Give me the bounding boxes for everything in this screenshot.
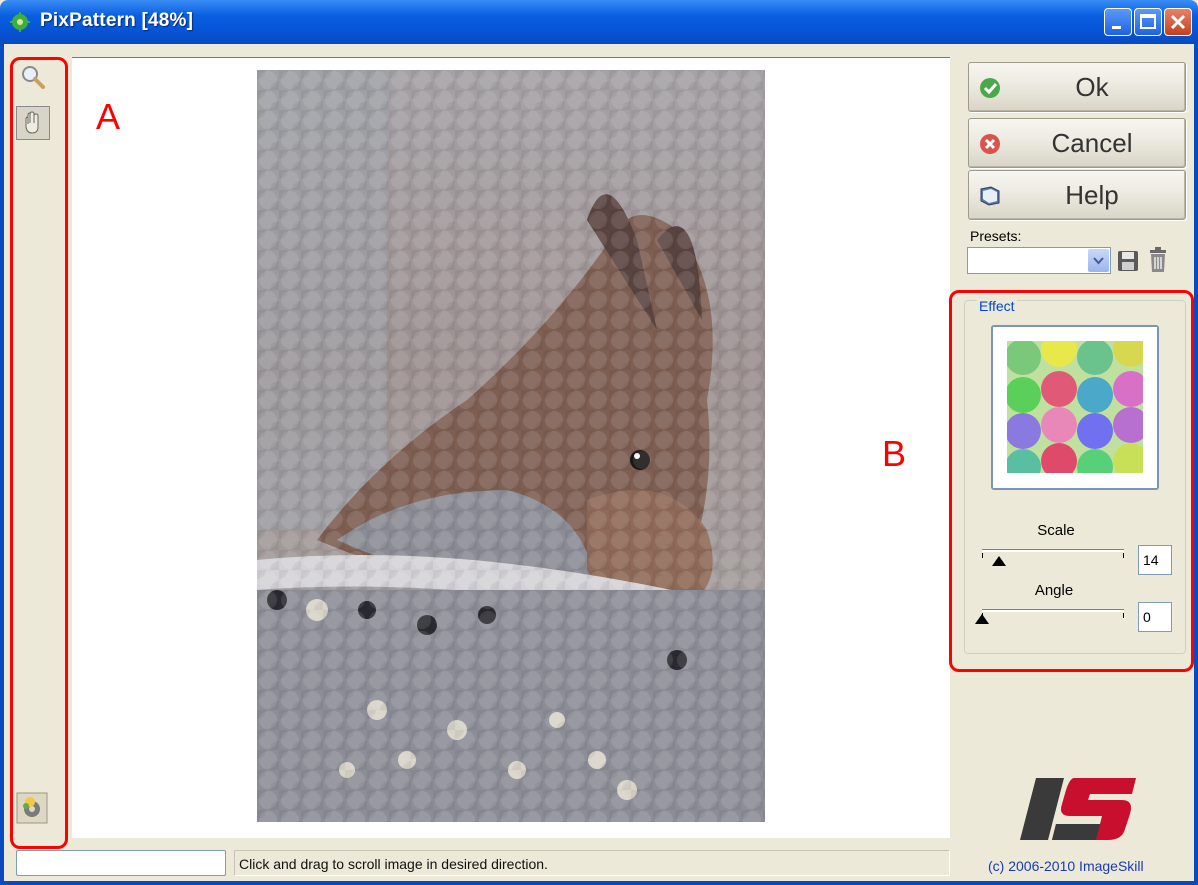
imageskill-logo — [1020, 778, 1136, 840]
cancel-button[interactable]: Cancel — [968, 118, 1186, 168]
title-bar[interactable]: PixPattern [48%] — [0, 0, 1198, 44]
maximize-button[interactable] — [1134, 8, 1162, 36]
help-button[interactable]: Help — [968, 170, 1186, 220]
presets-label: Presets: — [970, 228, 1022, 244]
help-label: Help — [1065, 180, 1119, 210]
annotation-box-b — [949, 290, 1194, 672]
dropdown-arrow-button[interactable] — [1088, 249, 1109, 272]
floppy-disk-icon[interactable] — [1116, 249, 1140, 273]
copyright-text: (c) 2006-2010 ImageSkill — [988, 858, 1144, 874]
minimize-icon — [1112, 26, 1121, 29]
ok-button[interactable]: Ok — [968, 62, 1186, 112]
close-button[interactable] — [1164, 8, 1192, 36]
trash-icon[interactable] — [1146, 246, 1170, 274]
minimize-button[interactable] — [1104, 8, 1132, 36]
annotation-label-b: B — [882, 433, 907, 474]
squirrel-photo[interactable] — [257, 70, 765, 822]
window-title: PixPattern [48%] — [40, 10, 194, 31]
maximize-icon — [1140, 14, 1156, 29]
status-message: Click and drag to scroll image in desire… — [234, 850, 950, 876]
close-icon — [1170, 14, 1186, 30]
annotation-label-a: A — [96, 96, 121, 137]
cancel-label: Cancel — [1051, 128, 1133, 158]
presets-dropdown[interactable] — [967, 247, 1111, 274]
status-input[interactable] — [16, 850, 226, 876]
chevron-down-icon — [1093, 257, 1104, 265]
ok-label: Ok — [1075, 72, 1109, 102]
app-icon — [10, 12, 30, 32]
annotation-box-a — [10, 57, 68, 849]
